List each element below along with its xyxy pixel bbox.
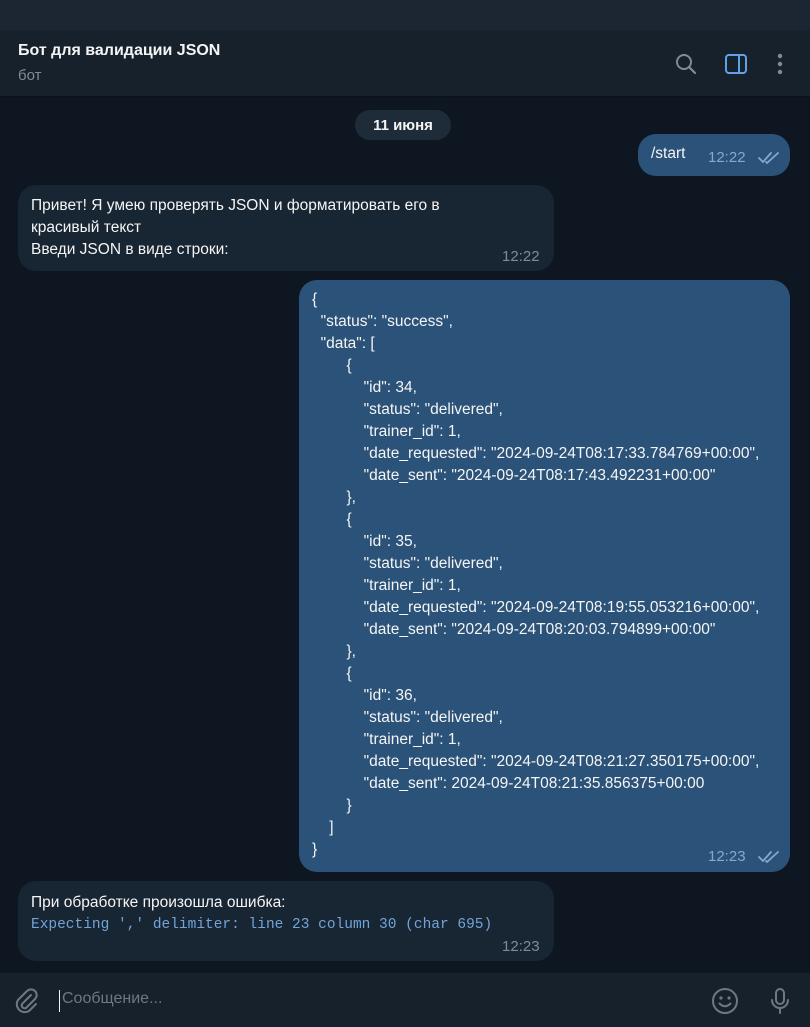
double-check-icon [758, 152, 779, 165]
json-line: "status": "delivered", [312, 709, 503, 726]
json-line: { [312, 357, 352, 374]
error-code: Expecting ',' delimiter: line 23 column … [31, 917, 493, 933]
paperclip-icon[interactable] [12, 986, 42, 1016]
microphone-icon[interactable] [765, 986, 795, 1016]
json-line: "date_requested": "2024-09-24T08:21:27.3… [312, 753, 760, 770]
message-composer[interactable]: Сообщение... [0, 973, 810, 1027]
message-time: 12:23 [502, 938, 540, 955]
json-line: { [312, 291, 318, 308]
json-line: "status": "delivered", [312, 555, 503, 572]
message-incoming[interactable]: Привет! Я умею проверять JSON и форматир… [18, 185, 554, 271]
json-line: "id": 34, [312, 379, 417, 396]
emoji-icon[interactable] [710, 986, 740, 1016]
json-line: "data": [ [312, 335, 375, 352]
chat-subtitle: бот [18, 67, 42, 84]
json-line: "trainer_id": 1, [312, 423, 461, 440]
message-incoming[interactable]: При обработке произошла ошибка: Expectin… [18, 881, 554, 961]
message-time: 12:23 [708, 848, 746, 865]
message-text-line: красивый текст [31, 219, 142, 236]
more-vertical-icon[interactable] [767, 51, 793, 77]
message-input[interactable]: Сообщение... [62, 990, 162, 1008]
json-line: "id": 35, [312, 533, 417, 550]
json-line: "date_sent": "2024-09-24T08:20:03.794899… [312, 621, 716, 638]
chat-header[interactable]: Бот для валидации JSON бот [0, 30, 810, 97]
message-outgoing[interactable]: /start 12:22 [638, 134, 790, 176]
json-line: "trainer_id": 1, [312, 731, 461, 748]
message-list[interactable]: 11 июня /start 12:22 Привет! Я умею пров… [0, 97, 810, 973]
text-cursor [59, 990, 60, 1012]
message-text: При обработке произошла ошибка: [31, 894, 286, 911]
message-time: 12:22 [708, 149, 746, 166]
json-line: ] [312, 819, 334, 836]
double-check-icon [758, 851, 779, 864]
json-line: }, [312, 643, 356, 660]
message-text-line: Привет! Я умею проверять JSON и форматир… [31, 197, 440, 214]
message-time: 12:22 [502, 248, 540, 265]
chat-title[interactable]: Бот для валидации JSON [18, 42, 220, 60]
json-line: "date_requested": "2024-09-24T08:19:55.0… [312, 599, 760, 616]
json-line: } [312, 797, 352, 814]
search-icon[interactable] [673, 51, 699, 77]
json-line: "date_requested": "2024-09-24T08:17:33.7… [312, 445, 760, 462]
json-line: "id": 36, [312, 687, 417, 704]
json-line: } [312, 841, 318, 858]
json-line: "status": "success", [312, 313, 453, 330]
message-text: /start [651, 145, 686, 162]
message-text-line: Введи JSON в виде строки: [31, 241, 229, 258]
json-line: "date_sent": "2024-09-24T08:17:43.492231… [312, 467, 716, 484]
window-top-strip [0, 0, 810, 30]
json-line: "trainer_id": 1, [312, 577, 461, 594]
json-line: }, [312, 489, 356, 506]
json-line: { [312, 665, 352, 682]
date-separator: 11 июня [355, 110, 451, 140]
json-line: "date_sent": 2024-09-24T08:21:35.856375+… [312, 775, 705, 792]
json-line: { [312, 511, 352, 528]
sidebar-toggle-icon[interactable] [723, 51, 749, 77]
message-outgoing[interactable]: { "status": "success", "data": [ { "id":… [299, 280, 790, 872]
json-line: "status": "delivered", [312, 401, 503, 418]
